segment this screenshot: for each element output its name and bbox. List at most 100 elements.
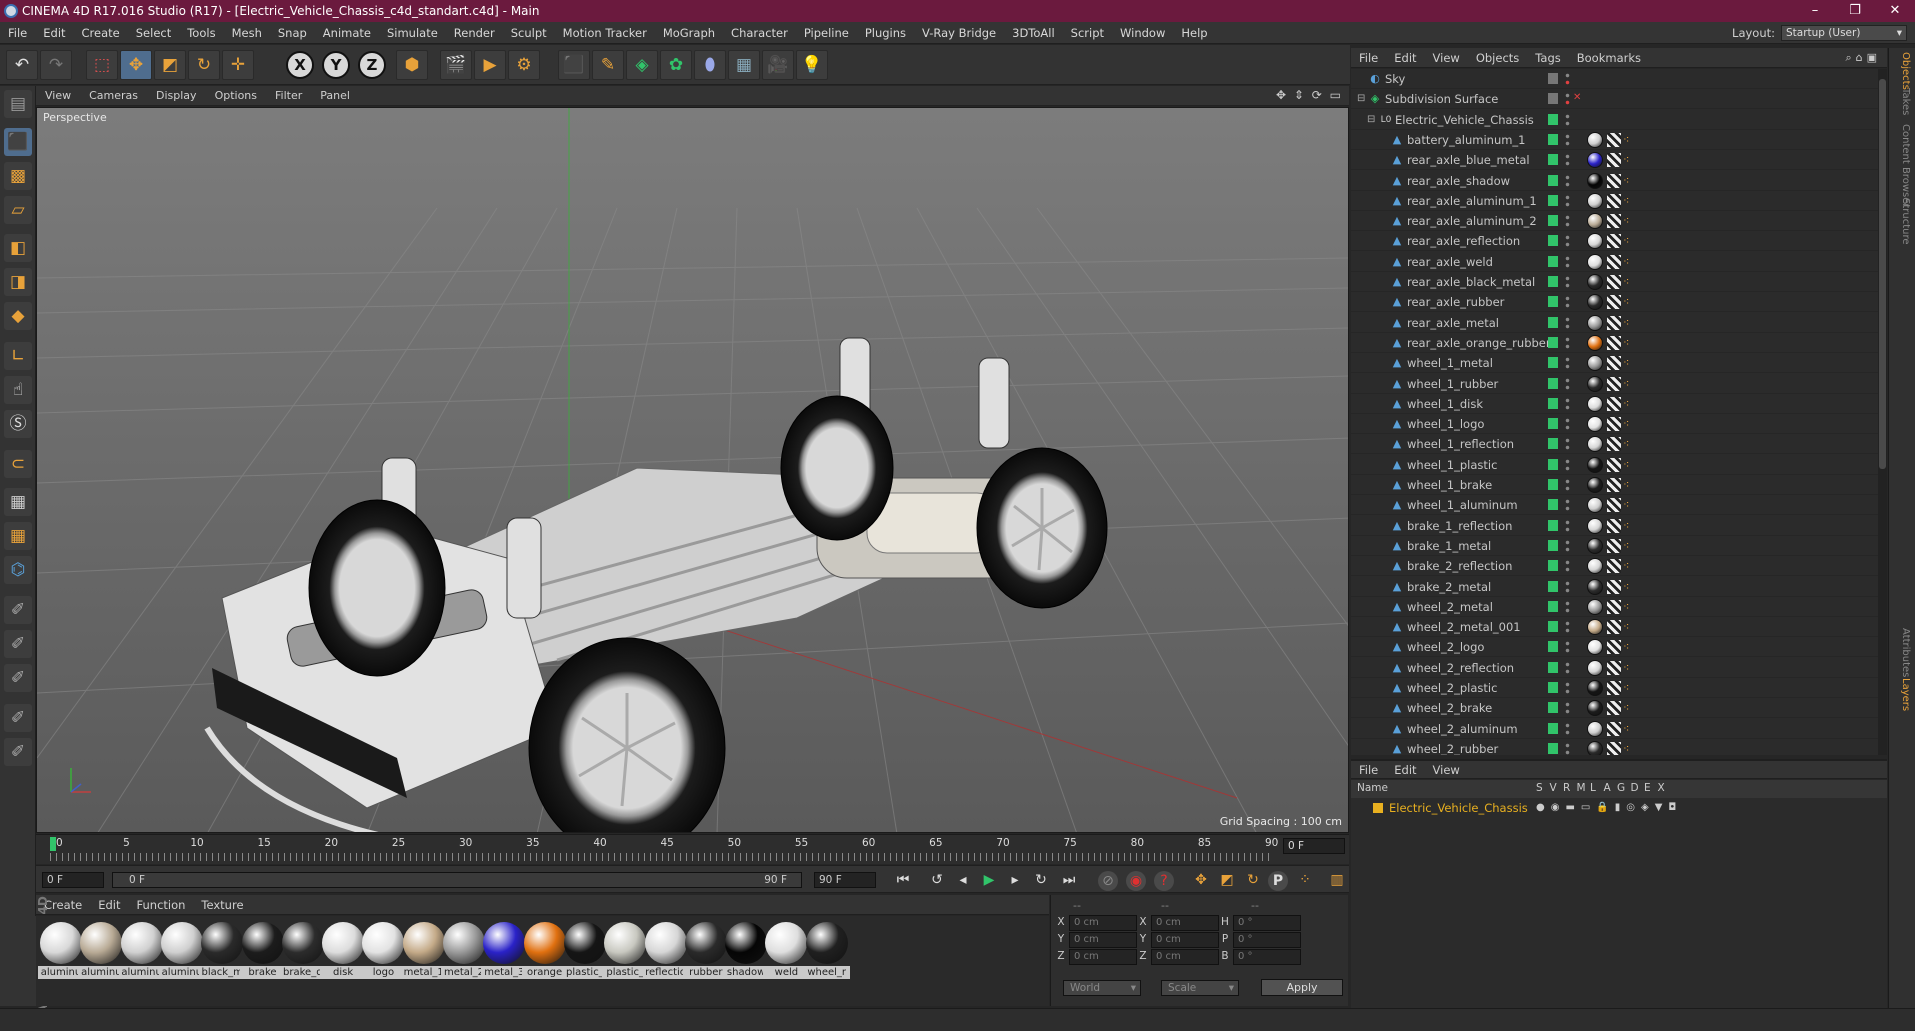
object-row[interactable]: ▲ wheel_1_plastic ⁖: [1351, 455, 1887, 475]
material-swatch[interactable]: metal_3: [481, 920, 528, 979]
layer-color-icon[interactable]: [1548, 661, 1558, 673]
menu-animate[interactable]: Animate: [315, 22, 379, 44]
undo-button[interactable]: ↶: [6, 50, 38, 80]
expand-toggle-icon[interactable]: ⊟: [1367, 114, 1375, 126]
menu-plugins[interactable]: Plugins: [857, 22, 914, 44]
object-row[interactable]: ▲ rear_axle_blue_metal ⁖: [1351, 150, 1887, 171]
phong-tag-icon[interactable]: ⁖: [1623, 539, 1633, 552]
timeline-playhead[interactable]: [50, 837, 56, 851]
object-name[interactable]: brake_1_metal: [1407, 536, 1491, 556]
phong-tag-icon[interactable]: ⁖: [1623, 722, 1633, 735]
material-tag-icon[interactable]: [1587, 436, 1603, 453]
y-axis-lock-icon[interactable]: Y: [322, 51, 350, 79]
object-name[interactable]: rear_axle_metal: [1407, 313, 1499, 333]
visibility-dots-icon[interactable]: [1565, 681, 1570, 695]
object-row[interactable]: ▲ wheel_1_disk ⁖: [1351, 394, 1887, 414]
visibility-dots-icon[interactable]: [1565, 660, 1570, 675]
object-row[interactable]: ▲ rear_axle_reflection ⁖: [1351, 231, 1887, 252]
visibility-dots-icon[interactable]: [1565, 376, 1570, 391]
object-name[interactable]: brake_2_metal: [1407, 577, 1491, 597]
phong-tag-icon[interactable]: ⁖: [1623, 377, 1633, 390]
layer-list[interactable]: Electric_Vehicle_Chassis ●◉▬▭🔒▮◎◈▼◘: [1351, 798, 1887, 1008]
material-swatch[interactable]: plastic_: [561, 920, 608, 979]
coordinate-value-field[interactable]: 0 cm: [1151, 915, 1219, 931]
material-tag-icon[interactable]: [1587, 497, 1603, 514]
floor-scene-icon[interactable]: ▦: [728, 50, 760, 80]
menu-file[interactable]: File: [0, 22, 35, 44]
coordinate-system-icon[interactable]: ⬢: [396, 50, 428, 80]
layout-select[interactable]: Startup (User) ▾: [1781, 25, 1907, 41]
material-swatch[interactable]: orange: [521, 920, 568, 979]
flatten-brush-icon[interactable]: ✐: [4, 738, 32, 766]
object-menu-bookmarks[interactable]: Bookmarks: [1569, 48, 1649, 68]
edges-mode-icon[interactable]: ◨: [4, 268, 32, 296]
phong-tag-icon[interactable]: ⁖: [1623, 255, 1633, 268]
phong-tag-icon[interactable]: ⁖: [1623, 742, 1633, 755]
visibility-dots-icon[interactable]: [1565, 396, 1570, 411]
scale-tool-icon[interactable]: ◩: [154, 50, 186, 80]
material-swatch[interactable]: brake: [239, 920, 286, 979]
object-row[interactable]: ⊟ ◈ Subdivision Surface ✕: [1351, 89, 1887, 110]
material-swatch[interactable]: metal_1: [400, 920, 447, 979]
menu-character[interactable]: Character: [723, 22, 796, 44]
object-name[interactable]: Subdivision Surface: [1385, 89, 1498, 109]
coordinate-value-field[interactable]: 0 cm: [1069, 915, 1137, 931]
material-swatch[interactable]: aluminu: [78, 920, 125, 979]
texture-tag-icon[interactable]: [1607, 599, 1621, 614]
visibility-dots-icon[interactable]: [1565, 640, 1570, 655]
material-menu-edit[interactable]: Edit: [90, 895, 128, 915]
layer-color-icon[interactable]: [1548, 499, 1558, 511]
previous-frame-icon[interactable]: ◂: [952, 870, 974, 890]
visibility-dots-icon[interactable]: [1565, 173, 1570, 188]
menu-motion-tracker[interactable]: Motion Tracker: [555, 22, 655, 44]
material-tag-icon[interactable]: [1587, 477, 1603, 493]
object-name[interactable]: wheel_1_disk: [1407, 394, 1483, 414]
render-disabled-icon[interactable]: ✕: [1573, 92, 1581, 103]
texture-tag-icon[interactable]: [1607, 356, 1621, 371]
phong-tag-icon[interactable]: ⁖: [1623, 519, 1633, 532]
menu-select[interactable]: Select: [128, 22, 179, 44]
menu-edit[interactable]: Edit: [35, 22, 73, 44]
phong-tag-icon[interactable]: ⁖: [1623, 296, 1633, 308]
frame-range-slider[interactable]: 0 F 90 F: [112, 872, 802, 888]
layer-color-icon[interactable]: [1548, 174, 1558, 186]
phong-tag-icon[interactable]: ⁖: [1623, 357, 1633, 369]
object-menu-objects[interactable]: Objects: [1468, 48, 1527, 68]
layer-color-icon[interactable]: [1548, 255, 1558, 267]
texture-tag-icon[interactable]: [1607, 417, 1621, 432]
visibility-dots-icon[interactable]: [1565, 599, 1570, 614]
object-manager-nav-icons[interactable]: ⌕⌂▣: [1845, 48, 1881, 68]
object-menu-tags[interactable]: Tags: [1527, 48, 1568, 68]
texture-tag-icon[interactable]: [1607, 437, 1621, 452]
object-row[interactable]: ◐ Sky: [1351, 69, 1887, 89]
object-list-scrollbar[interactable]: [1878, 69, 1887, 755]
material-tag-icon[interactable]: [1587, 517, 1603, 534]
layer-color-icon[interactable]: [1548, 276, 1558, 287]
object-name[interactable]: wheel_2_logo: [1407, 637, 1484, 657]
phong-tag-icon[interactable]: ⁖: [1623, 600, 1633, 613]
transform-tool-icon[interactable]: ✛: [222, 50, 254, 80]
pull-brush-icon[interactable]: ✐: [4, 630, 32, 658]
apply-button[interactable]: Apply: [1261, 979, 1343, 996]
material-tag-icon[interactable]: [1587, 659, 1603, 676]
material-tag-icon[interactable]: [1587, 720, 1603, 737]
menu-mesh[interactable]: Mesh: [224, 22, 270, 44]
object-name[interactable]: battery_aluminum_1: [1407, 130, 1526, 150]
visibility-dots-icon[interactable]: [1565, 356, 1570, 371]
close-button[interactable]: ✕: [1875, 0, 1915, 22]
phong-tag-icon[interactable]: ⁖: [1623, 133, 1633, 146]
phong-tag-icon[interactable]: ⁖: [1623, 276, 1633, 288]
phong-tag-icon[interactable]: ⁖: [1623, 702, 1633, 714]
object-row[interactable]: ▲ wheel_2_brake ⁖: [1351, 698, 1887, 719]
material-swatch[interactable]: black_m: [199, 920, 246, 979]
layer-color-icon[interactable]: [1548, 397, 1558, 409]
object-name[interactable]: Electric_Vehicle_Chassis: [1395, 110, 1534, 130]
viewport-navigation-icons[interactable]: ✥ ⇕ ⟳ ▭: [1276, 88, 1343, 102]
object-row[interactable]: ▲ wheel_2_metal ⁖: [1351, 597, 1887, 617]
maximize-button[interactable]: ❐: [1835, 0, 1875, 22]
object-name[interactable]: wheel_2_brake: [1407, 698, 1492, 718]
layer-color-icon[interactable]: [1548, 742, 1558, 754]
visibility-dots-icon[interactable]: [1565, 721, 1570, 736]
menu-3dtoall[interactable]: 3DToAll: [1004, 22, 1063, 44]
object-row[interactable]: ▲ wheel_2_logo ⁖: [1351, 637, 1887, 658]
